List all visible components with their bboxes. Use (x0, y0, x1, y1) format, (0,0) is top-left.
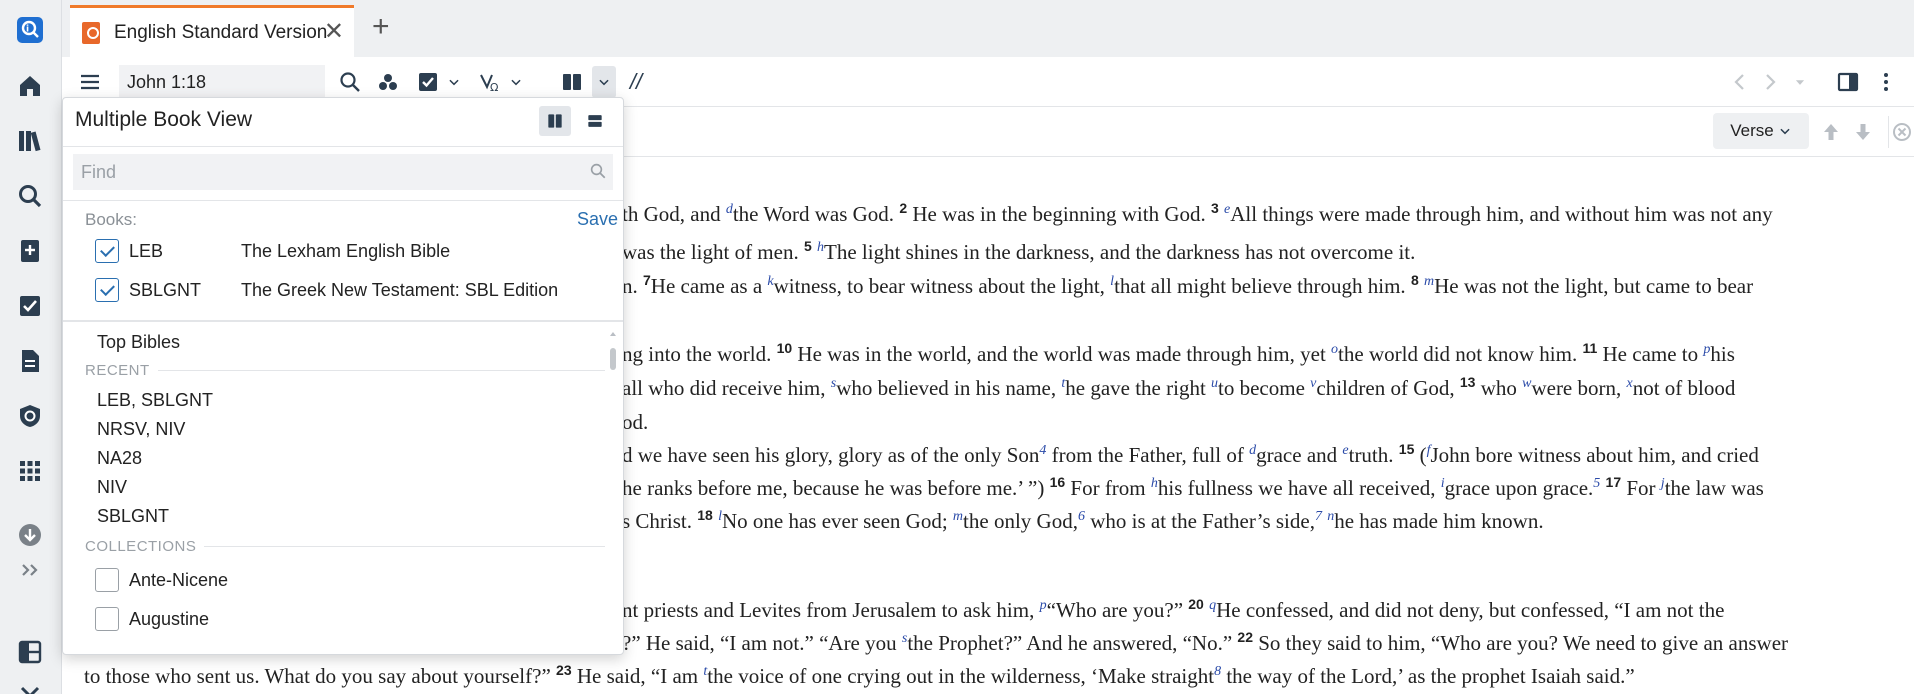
verse-dropdown-label: Verse (1730, 121, 1774, 140)
parallel-columns-icon[interactable] (556, 66, 588, 98)
search-icon (590, 163, 606, 179)
add-document-icon[interactable] (12, 233, 48, 269)
left-rail: i (0, 0, 62, 694)
text-line: od. (622, 410, 649, 434)
search-icon[interactable] (12, 178, 48, 214)
tools-icon[interactable] (12, 678, 48, 694)
find-input[interactable] (73, 154, 613, 190)
selected-book-sblgnt[interactable]: SBLGNT The Greek New Testament: SBL Edit… (95, 275, 558, 305)
save-button[interactable]: Save (577, 209, 618, 230)
panel-layout-icon[interactable] (1832, 66, 1864, 98)
text-line: all who did receive him, swho believed i… (622, 374, 1736, 400)
close-tab-icon[interactable]: ✕ (324, 20, 344, 44)
scrollbar[interactable] (609, 330, 617, 650)
text-line: s Christ. 18 lNo one has ever seen God; … (622, 507, 1544, 533)
menu-icon[interactable] (74, 66, 106, 98)
list-item[interactable]: SBLGNT (97, 506, 169, 527)
scrollbar-thumb[interactable] (610, 348, 616, 370)
history-dropdown-icon[interactable] (1790, 66, 1810, 98)
more-options-icon[interactable] (1874, 66, 1898, 98)
list-item[interactable]: LEB, SBLGNT (97, 390, 213, 411)
text-line: th God, and dthe Word was God. 2 He was … (622, 200, 1773, 226)
text-line: nt priests and Levites from Jerusalem to… (622, 596, 1725, 622)
text-line: to those who sent us. What do you say ab… (84, 662, 1635, 688)
svg-text:Ω: Ω (490, 81, 498, 94)
interlinear-icon[interactable]: Ω (474, 66, 506, 98)
columns-layout-icon[interactable] (539, 106, 571, 136)
chevron-down-icon[interactable] (592, 66, 616, 98)
text-line: n. 7He came as a kwitness, to bear witne… (622, 272, 1754, 298)
collection-item-augustine[interactable]: Augustine (95, 607, 209, 631)
text-line: ng into the world. 10 He was in the worl… (622, 340, 1735, 366)
list-item[interactable]: NA28 (97, 448, 142, 469)
collection-item-ante-nicene[interactable]: Ante-Nicene (95, 568, 228, 592)
forward-icon[interactable] (1758, 66, 1782, 98)
section-header-recent: RECENT (85, 362, 605, 379)
library-icon[interactable] (12, 123, 48, 159)
list-item[interactable]: NRSV, NIV (97, 419, 185, 440)
search-icon[interactable] (334, 66, 366, 98)
visual-filter-icon[interactable] (372, 66, 404, 98)
guides-icon[interactable] (12, 398, 48, 434)
verse-dropdown[interactable]: Verse (1713, 113, 1809, 149)
tab-title: English Standard Version (114, 21, 328, 43)
checklist-icon[interactable] (12, 288, 48, 324)
book-name: The Lexham English Bible (241, 240, 451, 261)
book-icon (82, 21, 100, 44)
scroll-up-icon[interactable] (609, 330, 617, 338)
checkbox[interactable] (95, 568, 119, 592)
panel-title: Multiple Book View (75, 108, 253, 131)
layouts-icon[interactable] (12, 634, 48, 670)
download-icon[interactable] (12, 517, 48, 553)
logos-app-icon[interactable]: i (12, 12, 48, 48)
clear-icon[interactable] (1888, 116, 1914, 148)
section-header-collections: COLLECTIONS (85, 538, 605, 555)
collection-label: Augustine (129, 608, 210, 629)
checkbox[interactable] (95, 607, 119, 631)
rows-layout-icon[interactable] (579, 106, 611, 136)
chevron-down-icon (1780, 128, 1790, 135)
arrow-down-icon[interactable] (1850, 116, 1876, 148)
collection-label: Ante-Nicene (129, 569, 229, 590)
home-icon[interactable] (12, 68, 48, 104)
book-name: The Greek New Testament: SBL Edition (241, 279, 559, 300)
chevron-down-icon[interactable] (444, 66, 464, 98)
chevron-down-icon[interactable] (506, 66, 526, 98)
documents-icon[interactable] (12, 343, 48, 379)
selected-book-leb[interactable]: LEB The Lexham English Bible (95, 236, 450, 266)
tab-english-standard-version[interactable]: English Standard Version ✕ (70, 5, 354, 57)
divider (63, 200, 623, 201)
books-label: Books: (85, 210, 137, 229)
apps-grid-icon[interactable] (12, 453, 48, 489)
reference-input[interactable] (119, 65, 325, 99)
svg-text:i: i (26, 25, 29, 35)
add-tab-button[interactable]: + (372, 12, 390, 42)
text-line: he ranks before me, because he was befor… (622, 474, 1764, 500)
text-line: ?” He said, “I am not.” “Are you sthe Pr… (622, 629, 1789, 655)
list-item[interactable]: NIV (97, 477, 127, 498)
checkbox[interactable] (95, 278, 119, 302)
arrow-up-icon[interactable] (1818, 116, 1844, 148)
back-icon[interactable] (1728, 66, 1752, 98)
text-line: was the light of men. 5 hThe light shine… (622, 238, 1416, 264)
book-abbreviation: SBLGNT (129, 279, 202, 300)
check-box-icon[interactable] (412, 66, 444, 98)
divider (63, 146, 623, 147)
text-line: d we have seen his glory, glory as of th… (622, 441, 1759, 467)
divider (63, 320, 623, 322)
tab-strip: English Standard Version ✕ + (62, 0, 1914, 57)
parallel-resources-button[interactable]: // (622, 66, 650, 98)
expand-rail-icon[interactable] (12, 552, 48, 588)
checkbox[interactable] (95, 239, 119, 263)
list-item-top-bibles[interactable]: Top Bibles (97, 332, 180, 353)
multiple-book-view-panel: Multiple Book View Books: Save LEB The L… (62, 97, 624, 655)
book-abbreviation: LEB (129, 240, 164, 261)
